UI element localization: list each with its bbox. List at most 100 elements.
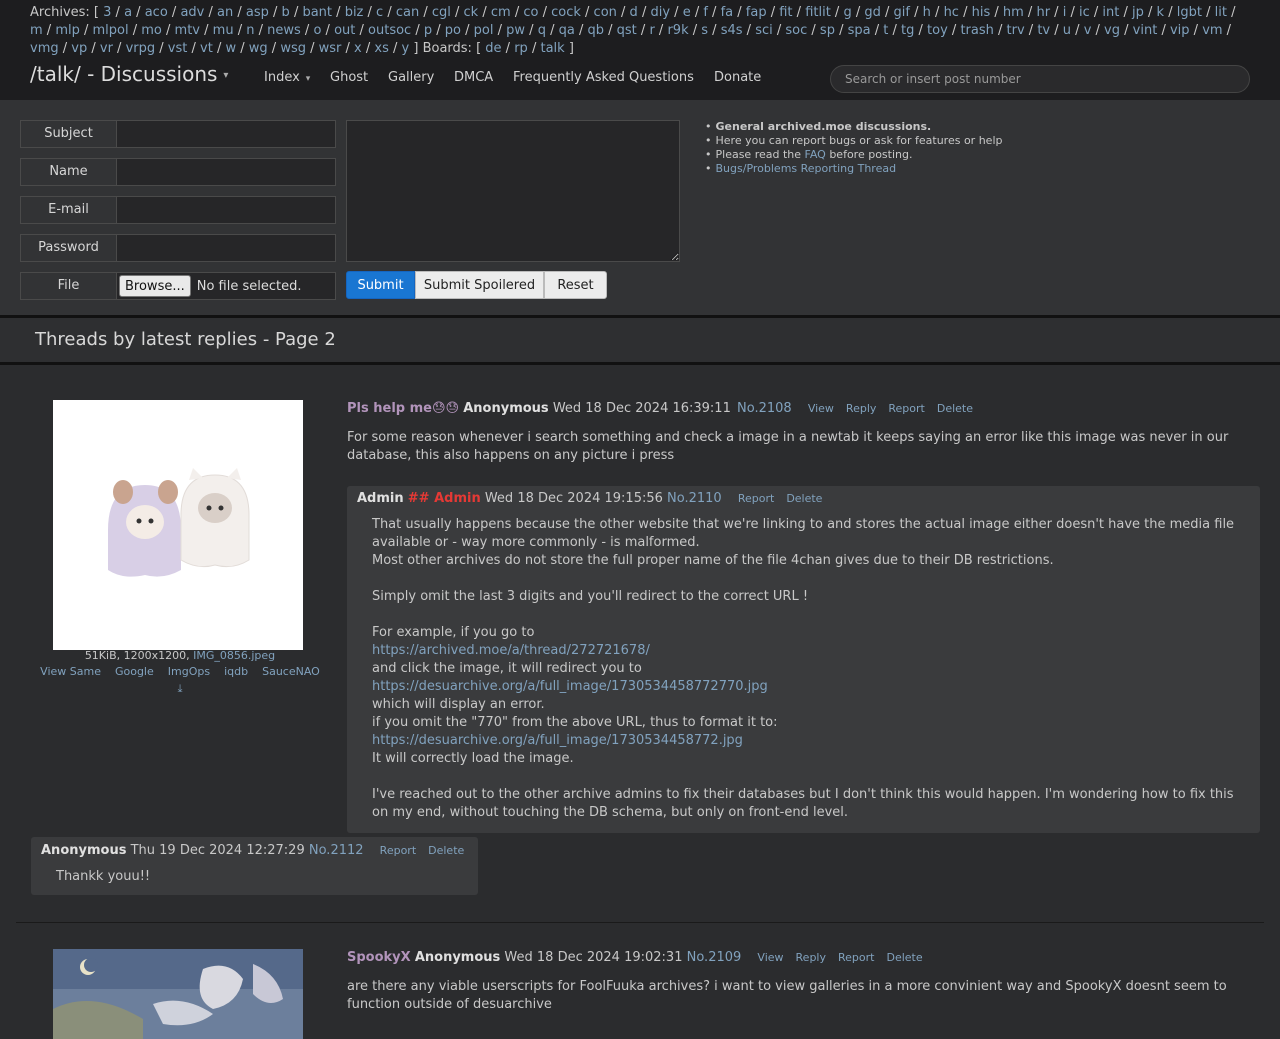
report-link[interactable]: Report bbox=[380, 844, 416, 857]
archive-link-fap[interactable]: fap bbox=[746, 5, 767, 20]
delete-link[interactable]: Delete bbox=[786, 492, 822, 505]
archive-link-vt[interactable]: vt bbox=[200, 41, 213, 56]
archive-link-po[interactable]: po bbox=[445, 23, 461, 38]
archive-link-vmg[interactable]: vmg bbox=[30, 41, 59, 56]
archive-link-diy[interactable]: diy bbox=[650, 5, 670, 20]
archive-link-x[interactable]: x bbox=[354, 41, 362, 56]
archive-link-mlpol[interactable]: mlpol bbox=[93, 23, 129, 38]
archive-link-vr[interactable]: vr bbox=[100, 41, 113, 56]
reset-button[interactable]: Reset bbox=[544, 271, 607, 299]
archive-link-int[interactable]: int bbox=[1102, 5, 1119, 20]
archive-link-mtv[interactable]: mtv bbox=[175, 23, 200, 38]
archive-link-an[interactable]: an bbox=[217, 5, 233, 20]
archive-link-e[interactable]: e bbox=[683, 5, 691, 20]
view-same-link[interactable]: View Same bbox=[40, 665, 101, 678]
archive-link-mu[interactable]: mu bbox=[213, 23, 234, 38]
url-link[interactable]: https://archived.moe/a/thread/272721678/ bbox=[372, 642, 1252, 660]
archive-link-wsg[interactable]: wsg bbox=[280, 41, 306, 56]
archive-link-co[interactable]: co bbox=[523, 5, 538, 20]
archive-link-his[interactable]: his bbox=[972, 5, 991, 20]
archive-link-h[interactable]: h bbox=[923, 5, 931, 20]
url-link[interactable]: https://desuarchive.org/a/full_image/173… bbox=[372, 732, 1252, 750]
archive-link-biz[interactable]: biz bbox=[345, 5, 364, 20]
archive-link-spa[interactable]: spa bbox=[848, 23, 871, 38]
board-link-rp[interactable]: rp bbox=[514, 41, 528, 56]
archive-link-cgl[interactable]: cgl bbox=[432, 5, 451, 20]
archive-link-w[interactable]: w bbox=[225, 41, 236, 56]
post-number[interactable]: No.2110 bbox=[667, 491, 722, 506]
board-link-talk[interactable]: talk bbox=[540, 41, 564, 56]
archive-link-vint[interactable]: vint bbox=[1133, 23, 1158, 38]
email-field[interactable] bbox=[117, 197, 335, 223]
submit-button[interactable]: Submit bbox=[346, 271, 415, 299]
archive-link-p[interactable]: p bbox=[424, 23, 432, 38]
nav-faq[interactable]: Frequently Asked Questions bbox=[513, 70, 694, 85]
comment-textarea[interactable] bbox=[346, 120, 680, 262]
archive-link-ic[interactable]: ic bbox=[1079, 5, 1090, 20]
file-name-link[interactable]: IMG_0856.jpeg bbox=[193, 649, 275, 662]
report-link[interactable]: Report bbox=[838, 951, 874, 964]
reply-link[interactable]: Reply bbox=[846, 402, 876, 415]
subject-field[interactable] bbox=[117, 121, 335, 147]
archive-link-u[interactable]: u bbox=[1063, 23, 1071, 38]
report-link[interactable]: Report bbox=[738, 492, 774, 505]
archive-link-a[interactable]: a bbox=[124, 5, 132, 20]
report-link[interactable]: Report bbox=[888, 402, 924, 415]
archive-link-pol[interactable]: pol bbox=[474, 23, 494, 38]
archive-link-d[interactable]: d bbox=[630, 5, 638, 20]
board-title[interactable]: /talk/ - Discussions ▾ bbox=[30, 62, 228, 86]
archive-link-sp[interactable]: sp bbox=[820, 23, 835, 38]
archive-link-ck[interactable]: ck bbox=[464, 5, 479, 20]
archive-link-adv[interactable]: adv bbox=[180, 5, 204, 20]
password-field[interactable] bbox=[117, 235, 335, 261]
archive-link-qst[interactable]: qst bbox=[617, 23, 637, 38]
iqdb-link[interactable]: iqdb bbox=[224, 665, 248, 678]
saucenao-link[interactable]: SauceNAO bbox=[262, 665, 320, 678]
delete-link[interactable]: Delete bbox=[886, 951, 922, 964]
archive-link-m[interactable]: m bbox=[30, 23, 43, 38]
board-link-de[interactable]: de bbox=[485, 41, 501, 56]
archive-link-con[interactable]: con bbox=[594, 5, 617, 20]
archive-link-asp[interactable]: asp bbox=[246, 5, 269, 20]
archive-link-hm[interactable]: hm bbox=[1003, 5, 1024, 20]
archive-link-toy[interactable]: toy bbox=[927, 23, 948, 38]
browse-button[interactable]: Browse... bbox=[119, 275, 191, 297]
download-icon[interactable]: ⤓ bbox=[178, 682, 183, 695]
nav-donate[interactable]: Donate bbox=[714, 70, 761, 85]
google-link[interactable]: Google bbox=[115, 665, 154, 678]
archive-link-cm[interactable]: cm bbox=[491, 5, 511, 20]
archive-link-fitlit[interactable]: fitlit bbox=[805, 5, 831, 20]
archive-link-soc[interactable]: soc bbox=[785, 23, 807, 38]
post-number[interactable]: No.2112 bbox=[309, 843, 364, 858]
nav-ghost[interactable]: Ghost bbox=[330, 70, 368, 85]
nav-dmca[interactable]: DMCA bbox=[454, 70, 493, 85]
archive-link-qb[interactable]: qb bbox=[587, 23, 604, 38]
archive-link-fit[interactable]: fit bbox=[779, 5, 792, 20]
archive-link-vip[interactable]: vip bbox=[1170, 23, 1190, 38]
thread-thumbnail[interactable] bbox=[53, 400, 303, 650]
archive-link-news[interactable]: news bbox=[267, 23, 301, 38]
archive-link-lgbt[interactable]: lgbt bbox=[1177, 5, 1202, 20]
post-number[interactable]: No.2109 bbox=[687, 950, 742, 965]
url-link[interactable]: https://desuarchive.org/a/full_image/173… bbox=[372, 678, 1252, 696]
archive-link-vp[interactable]: vp bbox=[71, 41, 87, 56]
archive-link-aco[interactable]: aco bbox=[145, 5, 168, 20]
archive-link-vm[interactable]: vm bbox=[1202, 23, 1222, 38]
archive-link-b[interactable]: b bbox=[282, 5, 290, 20]
archive-link-tv[interactable]: tv bbox=[1037, 23, 1050, 38]
archive-link-hc[interactable]: hc bbox=[944, 5, 959, 20]
archive-link-trv[interactable]: trv bbox=[1007, 23, 1025, 38]
archive-link-bant[interactable]: bant bbox=[302, 5, 332, 20]
archive-link-wg[interactable]: wg bbox=[249, 41, 268, 56]
archive-link-k[interactable]: k bbox=[1157, 5, 1165, 20]
archive-link-jp[interactable]: jp bbox=[1132, 5, 1144, 20]
archive-link-vst[interactable]: vst bbox=[168, 41, 188, 56]
thread-thumbnail[interactable] bbox=[53, 949, 303, 1039]
archive-link-outsoc[interactable]: outsoc bbox=[368, 23, 411, 38]
archive-link-gif[interactable]: gif bbox=[894, 5, 910, 20]
archive-link-sci[interactable]: sci bbox=[755, 23, 773, 38]
archive-link-r9k[interactable]: r9k bbox=[667, 23, 688, 38]
search-input[interactable] bbox=[830, 65, 1250, 93]
bug-thread-link[interactable]: Bugs/Problems Reporting Thread bbox=[716, 162, 897, 175]
faq-link[interactable]: FAQ bbox=[805, 148, 826, 161]
